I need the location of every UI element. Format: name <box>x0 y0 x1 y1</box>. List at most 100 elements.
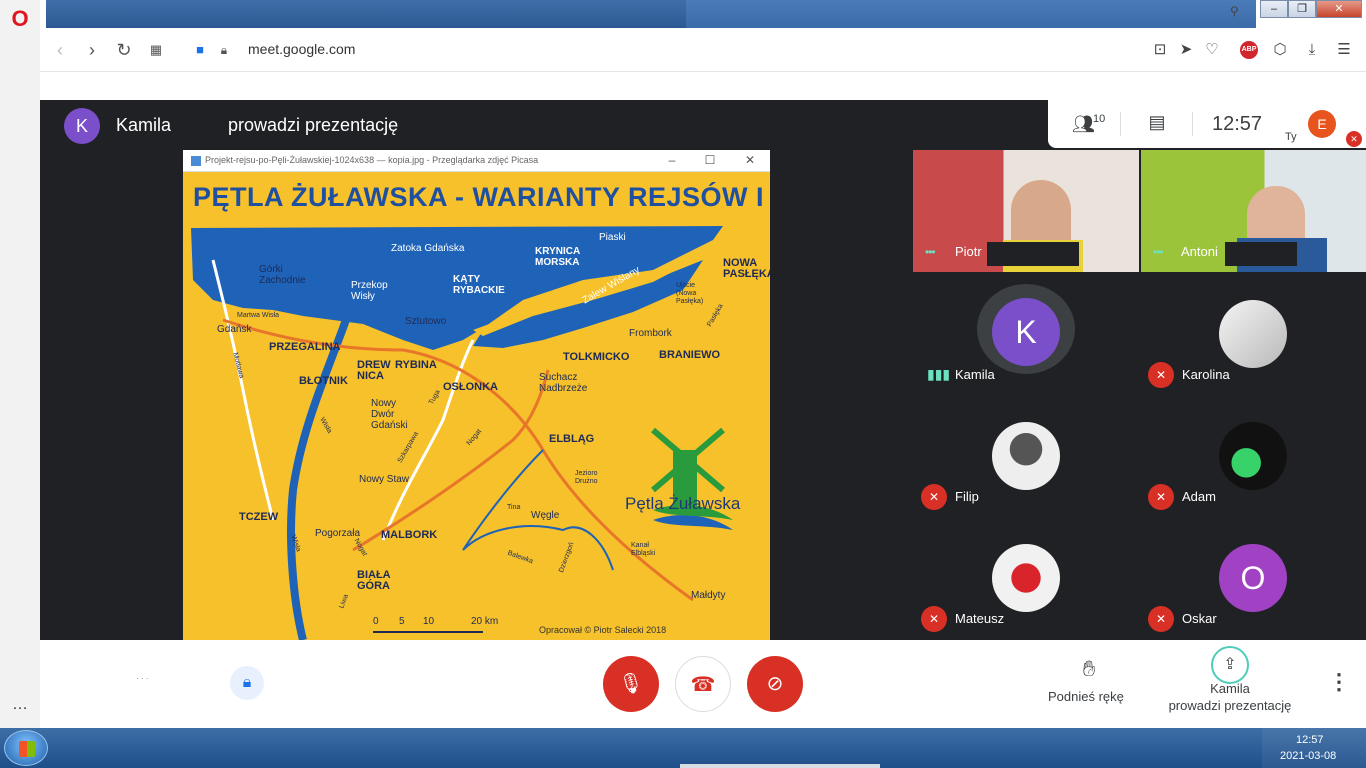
snapshot-icon[interactable]: ⊡ <box>1150 40 1170 60</box>
presenting-label: prowadzi prezentację <box>1168 698 1292 713</box>
tabs-grid-icon[interactable]: ▦ <box>146 40 166 60</box>
participant-name: Adam <box>1182 489 1216 504</box>
camera-site-icon[interactable]: ■ <box>190 40 210 60</box>
adblock-icon[interactable]: ABP <box>1240 41 1258 59</box>
meeting-details-icon[interactable]: · · · <box>136 674 148 683</box>
tray-date[interactable]: 2021-03-08 <box>1280 750 1336 762</box>
participant-tile[interactable]: K ▮▮▮ Kamila <box>913 272 1139 394</box>
participant-tile[interactable]: O ✕ Oskar <box>1141 516 1366 640</box>
participant-name: Kamila <box>955 367 995 382</box>
participant-name: Piotr <box>955 244 982 259</box>
present-now-icon[interactable]: ⇪ <box>1211 646 1249 684</box>
tab-strip-left <box>46 0 686 28</box>
map-label: Przekop Wisły <box>351 280 388 302</box>
camera-off-icon: ⊘ <box>766 673 784 695</box>
url-text[interactable]: meet.google.com <box>248 41 355 57</box>
map-label: DREW NICA <box>357 359 391 382</box>
sidebar-more-icon[interactable]: … <box>8 697 32 716</box>
call-controls-bar: · · · 🔒︎ 🎙︎ ☎︎ ⊘ ✋︎ Podnieś rękę ⇪ Kamil… <box>40 640 1366 728</box>
map-label: Piaski <box>599 232 626 243</box>
more-options-icon[interactable]: ⋮ <box>1328 670 1350 694</box>
close-window-button[interactable]: ✕ <box>1316 0 1362 18</box>
participant-name: Oskar <box>1182 611 1217 626</box>
opera-logo-icon[interactable]: O <box>9 8 31 30</box>
participant-name: Karolina <box>1182 367 1230 382</box>
scale-tick: 0 <box>373 616 379 627</box>
divider <box>1192 112 1193 136</box>
forward-icon[interactable]: › <box>82 40 102 60</box>
screen: O … ⚲ – ❐ ✕ ‹ › ↻ ▦ ■ 🔒︎ meet.google.com… <box>0 0 1366 768</box>
mic-toggle-button[interactable]: 🎙︎ <box>603 656 659 712</box>
participant-photo <box>1219 422 1287 490</box>
map-label: Zatoka Gdańska <box>391 243 465 254</box>
send-icon[interactable]: ➤ <box>1176 40 1196 60</box>
extension-cube-icon[interactable]: ⬡ <box>1270 40 1290 60</box>
map-label: Kanał Elbląski <box>631 542 656 557</box>
map-label: Frombork <box>629 328 672 339</box>
hang-up-icon: ☎︎ <box>690 674 716 696</box>
mic-off-icon: ✕ <box>1148 484 1174 510</box>
tray-time[interactable]: 12:57 <box>1296 734 1324 746</box>
back-icon[interactable]: ‹ <box>50 40 70 60</box>
leave-call-button[interactable]: ☎︎ <box>675 656 731 712</box>
map-label: Górki Zachodnie <box>259 264 306 286</box>
participant-tile[interactable]: ••• Antoni <box>1141 150 1366 272</box>
map-label: TOLKMICKO <box>563 351 630 363</box>
self-avatar[interactable]: E <box>1308 110 1336 138</box>
participant-tile[interactable]: ✕ Adam <box>1141 394 1366 516</box>
map-label: Jezioro Drużno <box>575 470 598 485</box>
host-controls-shield-icon[interactable]: 🔒︎ <box>230 666 264 700</box>
heart-icon[interactable]: ♡ <box>1202 40 1222 60</box>
picasa-app-icon <box>191 156 201 166</box>
map-label: TCZEW <box>239 511 279 523</box>
tab-search-icon[interactable]: ⚲ <box>1230 4 1244 18</box>
meet-top-gap <box>40 72 1366 100</box>
map-label: MALBORK <box>381 529 438 541</box>
brand-label: Pętla Żuławska <box>625 494 741 513</box>
participant-photo <box>992 544 1060 612</box>
map-label: Suchacz Nadbrzeże <box>539 372 588 394</box>
meeting-clock: 12:57 <box>1212 113 1263 135</box>
map-label: OSŁONKA <box>443 381 498 393</box>
map-label: RYBINA <box>395 359 437 371</box>
chat-icon[interactable]: ▤ <box>1146 112 1168 134</box>
picasa-close-icon: ✕ <box>744 153 756 167</box>
maximize-button[interactable]: ❐ <box>1288 0 1316 18</box>
camera-toggle-button[interactable]: ⊘ <box>747 656 803 712</box>
raise-hand-label[interactable]: Podnieś rękę <box>1048 689 1124 704</box>
map-heading: PĘTLA ŻUŁAWSKA - WARIANTY REJSÓW I JA <box>193 182 770 213</box>
participant-tile[interactable]: ✕ Mateusz <box>913 516 1139 640</box>
self-label: Ty <box>1285 131 1297 143</box>
mic-off-icon: ✕ <box>1148 606 1174 632</box>
map-label: BIAŁA GÓRA <box>357 569 391 592</box>
easy-setup-icon[interactable]: ☰ <box>1334 40 1354 60</box>
participant-name: Antoni <box>1181 244 1218 259</box>
speaking-dots-icon: ••• <box>1153 245 1164 259</box>
map-label: Ujście (Nowa Pasłęka) <box>676 282 704 305</box>
address-bar: ‹ › ↻ ▦ ■ 🔒︎ meet.google.com ⊡ ➤ ♡ ABP ⬡… <box>40 28 1366 72</box>
map-label: Małdyty <box>691 590 726 601</box>
map-label: Sztutowo <box>405 316 447 327</box>
download-icon[interactable]: ⤓ <box>1302 40 1322 60</box>
start-button[interactable] <box>4 730 48 766</box>
presenter-name: Kamila <box>116 115 172 135</box>
raise-hand-icon[interactable]: ✋︎ <box>1076 656 1102 686</box>
map-label: ELBLĄG <box>549 433 595 445</box>
participant-tile[interactable]: ✕ Filip <box>913 394 1139 516</box>
participant-photo <box>992 422 1060 490</box>
reload-icon[interactable]: ↻ <box>114 40 134 60</box>
map-label: Nowy Staw <box>359 474 410 485</box>
participant-tile[interactable]: ••• Piotr <box>913 150 1139 272</box>
presenting-name: Kamila <box>1210 681 1250 696</box>
name-redaction <box>1225 242 1297 266</box>
minimize-button[interactable]: – <box>1260 0 1288 18</box>
participant-avatar: O <box>1219 544 1287 612</box>
name-redaction <box>987 242 1079 266</box>
lock-icon[interactable]: 🔒︎ <box>214 40 234 60</box>
participant-photo <box>1219 300 1287 368</box>
speaking-dots-icon: ••• <box>925 245 936 259</box>
participant-tile[interactable]: ✕ Karolina <box>1141 272 1366 394</box>
presenting-status[interactable]: Kamila prowadzi prezentację <box>1160 680 1300 714</box>
presentation-view[interactable]: Projekt-rejsu-po-Pęli-Żuławskiej-1024x63… <box>183 150 770 640</box>
taskbar-app-strip[interactable] <box>680 764 880 768</box>
